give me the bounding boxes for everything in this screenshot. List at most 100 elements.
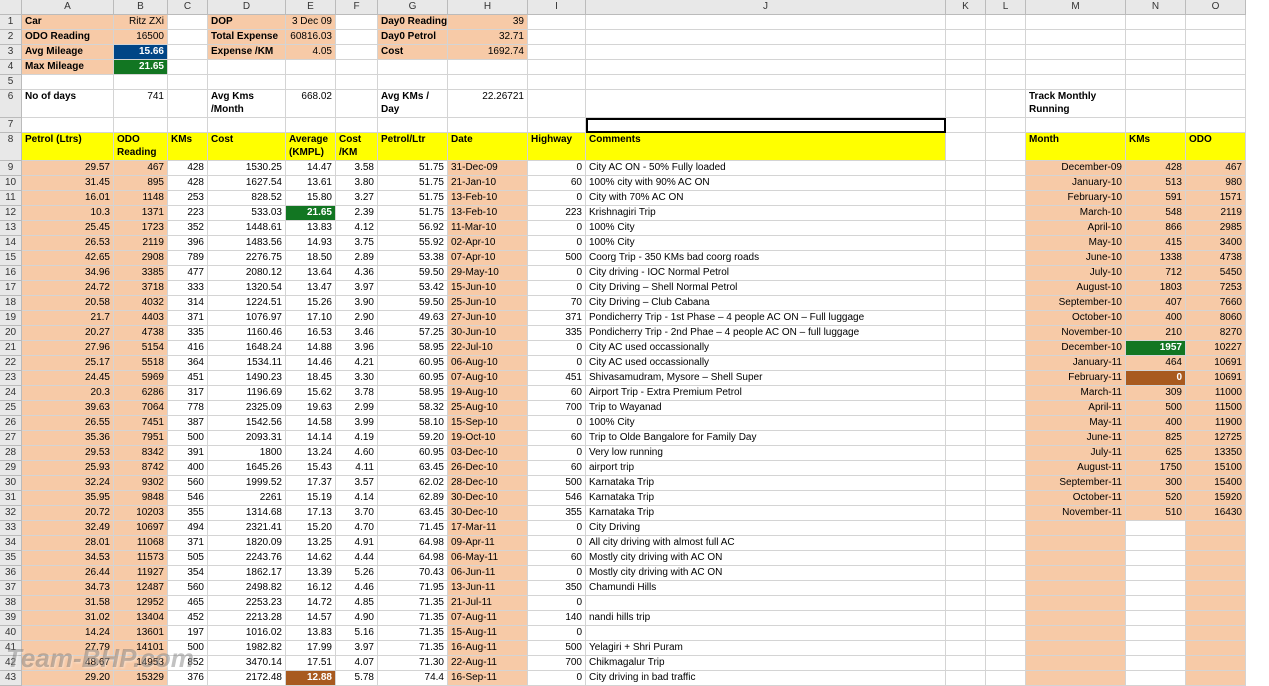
cell[interactable]: 11000 (1186, 386, 1246, 401)
cell[interactable]: November-10 (1026, 326, 1126, 341)
cell[interactable]: 71.35 (378, 641, 448, 656)
cell[interactable] (986, 596, 1026, 611)
cell[interactable]: 62.89 (378, 491, 448, 506)
cell[interactable]: 71.95 (378, 581, 448, 596)
col-header-G[interactable]: G (378, 0, 448, 15)
cell[interactable]: 60 (528, 386, 586, 401)
cell[interactable]: 2243.76 (208, 551, 286, 566)
cell[interactable]: 371 (528, 311, 586, 326)
cell[interactable]: 1750 (1126, 461, 1186, 476)
cell[interactable]: City Driving – Club Cabana (586, 296, 946, 311)
cell[interactable]: 24.45 (22, 371, 114, 386)
cell[interactable]: 25.17 (22, 356, 114, 371)
cell[interactable]: 27.96 (22, 341, 114, 356)
cell[interactable]: 51.75 (378, 191, 448, 206)
cell[interactable]: 4.14 (336, 491, 378, 506)
row-header[interactable]: 43 (0, 671, 22, 686)
cell[interactable]: 8270 (1186, 326, 1246, 341)
cell[interactable]: 62.02 (378, 476, 448, 491)
cell[interactable]: 533.03 (208, 206, 286, 221)
cell[interactable] (946, 461, 986, 476)
row-header[interactable]: 12 (0, 206, 22, 221)
cell[interactable] (986, 221, 1026, 236)
cell[interactable]: 15920 (1186, 491, 1246, 506)
row-header[interactable]: 20 (0, 326, 22, 341)
cell[interactable] (986, 476, 1026, 491)
cell[interactable]: 11573 (114, 551, 168, 566)
cell[interactable] (1026, 581, 1126, 596)
cell[interactable]: 4.44 (336, 551, 378, 566)
cell[interactable] (986, 30, 1026, 45)
cell[interactable] (448, 60, 528, 75)
row-header[interactable]: 3 (0, 45, 22, 60)
cell[interactable]: 2498.82 (208, 581, 286, 596)
cell[interactable]: 1148 (114, 191, 168, 206)
cell[interactable]: 15329 (114, 671, 168, 686)
cell[interactable]: 0 (528, 356, 586, 371)
cell[interactable]: nandi hills trip (586, 611, 946, 626)
cell[interactable] (986, 356, 1026, 371)
cell[interactable]: 2.39 (336, 206, 378, 221)
row-header[interactable]: 16 (0, 266, 22, 281)
cell[interactable]: 64.98 (378, 536, 448, 551)
cell[interactable] (1126, 45, 1186, 60)
cell[interactable]: 1534.11 (208, 356, 286, 371)
cell[interactable]: 22-Aug-11 (448, 656, 528, 671)
cell[interactable]: 2261 (208, 491, 286, 506)
cell[interactable]: 8342 (114, 446, 168, 461)
cell[interactable]: 21.65 (114, 60, 168, 75)
cell[interactable]: April-11 (1026, 401, 1126, 416)
cell[interactable] (1186, 566, 1246, 581)
cell[interactable]: City Driving (586, 521, 946, 536)
cell[interactable] (1186, 596, 1246, 611)
cell[interactable] (986, 311, 1026, 326)
cell[interactable]: 4.11 (336, 461, 378, 476)
cell[interactable] (946, 296, 986, 311)
cell[interactable]: 0 (528, 446, 586, 461)
row-header[interactable]: 41 (0, 641, 22, 656)
cell[interactable] (946, 416, 986, 431)
cell[interactable]: 513 (1126, 176, 1186, 191)
cell[interactable]: 1982.82 (208, 641, 286, 656)
cell[interactable]: August-10 (1026, 281, 1126, 296)
cell[interactable]: November-11 (1026, 506, 1126, 521)
cell[interactable]: 355 (168, 506, 208, 521)
cell[interactable]: 3385 (114, 266, 168, 281)
cell[interactable]: 980 (1186, 176, 1246, 191)
col-header-A[interactable]: A (22, 0, 114, 15)
cell[interactable] (986, 641, 1026, 656)
cell[interactable] (946, 221, 986, 236)
cell[interactable]: 350 (528, 581, 586, 596)
cell[interactable]: 546 (168, 491, 208, 506)
cell[interactable]: 2119 (1186, 206, 1246, 221)
cell[interactable]: 1320.54 (208, 281, 286, 296)
cell[interactable]: 0 (528, 671, 586, 686)
cell[interactable]: 13.64 (286, 266, 336, 281)
cell[interactable]: 4.07 (336, 656, 378, 671)
cell[interactable]: No of days (22, 90, 114, 118)
cell[interactable]: 1530.25 (208, 161, 286, 176)
cell[interactable]: 100% city with 90% AC ON (586, 176, 946, 191)
cell[interactable] (1026, 60, 1126, 75)
cell[interactable]: 391 (168, 446, 208, 461)
cell[interactable]: 16-Sep-11 (448, 671, 528, 686)
cell[interactable] (986, 281, 1026, 296)
cell[interactable] (586, 15, 946, 30)
cell[interactable]: Karnataka Trip (586, 491, 946, 506)
cell[interactable] (946, 371, 986, 386)
cell[interactable]: 18.50 (286, 251, 336, 266)
column-label[interactable]: Cost (208, 133, 286, 161)
cell[interactable]: 14101 (114, 641, 168, 656)
cell[interactable]: January-10 (1026, 176, 1126, 191)
cell[interactable]: 400 (168, 461, 208, 476)
column-label[interactable] (986, 133, 1026, 161)
cell[interactable] (946, 566, 986, 581)
row-header[interactable]: 6 (0, 90, 22, 118)
cell[interactable]: 560 (168, 581, 208, 596)
cell[interactable]: 3718 (114, 281, 168, 296)
cell[interactable] (1026, 521, 1126, 536)
cell[interactable]: 15.19 (286, 491, 336, 506)
cell[interactable]: 376 (168, 671, 208, 686)
cell[interactable]: 464 (1126, 356, 1186, 371)
cell[interactable]: 0 (528, 416, 586, 431)
